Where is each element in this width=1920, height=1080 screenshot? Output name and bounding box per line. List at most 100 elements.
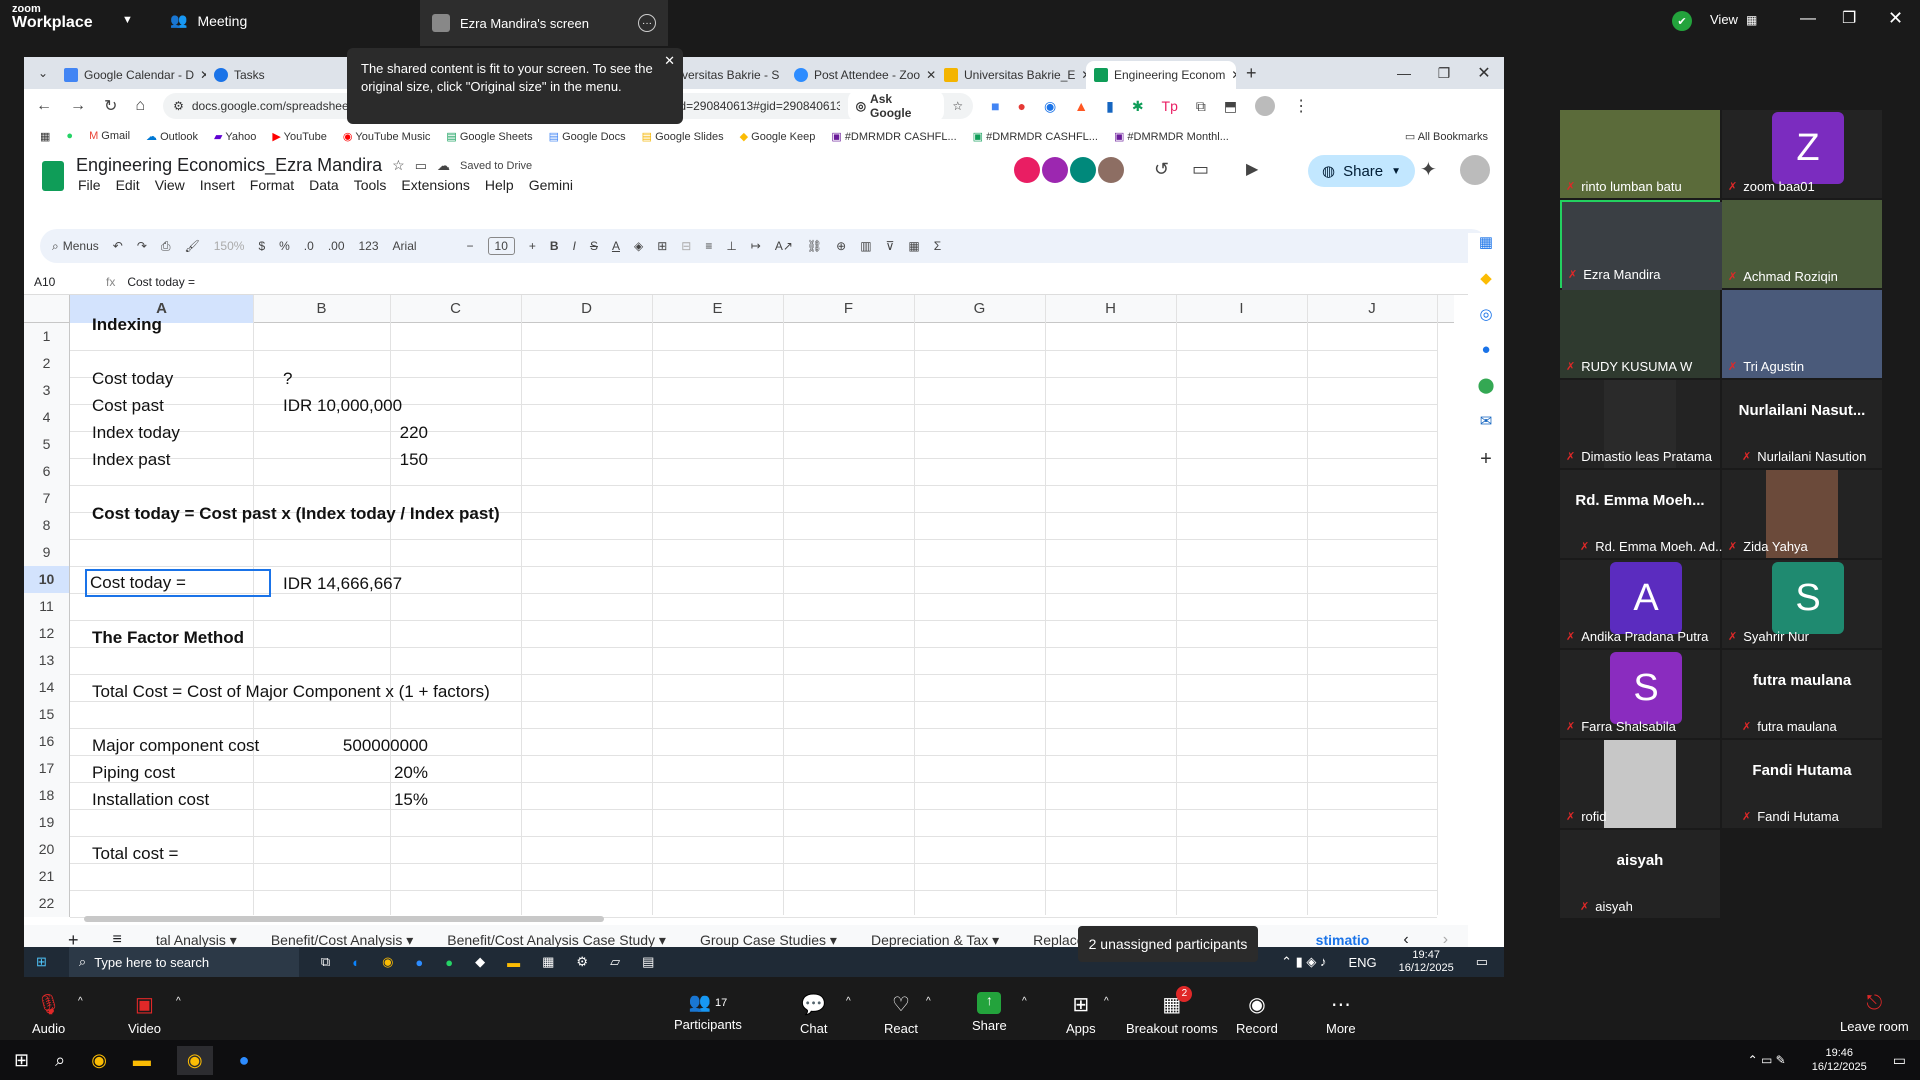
row-header[interactable]: 3 [24, 377, 70, 404]
clock[interactable]: 19:46 16/12/2025 [1812, 1046, 1867, 1074]
participant-tile[interactable]: ✗ Achmad Roziqin [1722, 200, 1882, 288]
record-button[interactable]: ◉ Record [1236, 992, 1278, 1036]
filter-icon[interactable]: ⊽ [886, 239, 895, 253]
app-icon[interactable]: ◆ [475, 954, 485, 970]
column-header-d[interactable]: D [521, 295, 652, 323]
forward-icon[interactable]: → [70, 97, 86, 115]
collaborator-avatar[interactable] [1042, 157, 1068, 183]
fill-color-icon[interactable]: ◈ [634, 239, 643, 253]
paint-format-icon[interactable]: 🖌 [185, 239, 200, 253]
extension-icon[interactable]: Tp [1162, 98, 1178, 114]
participant-tile[interactable]: S ✗ Syahrir Nur [1722, 560, 1882, 648]
column-header-j[interactable]: J [1307, 295, 1437, 323]
chrome-icon[interactable]: ◉ [91, 1050, 107, 1071]
task-view-icon[interactable]: ⧉ [321, 954, 330, 970]
bookmark-google-slides[interactable]: ▤ Google Slides [642, 130, 724, 143]
percent-button[interactable]: % [279, 239, 290, 253]
whatsapp-icon[interactable]: ● [66, 130, 73, 142]
row-header[interactable]: 7 [24, 485, 70, 512]
participant-tile[interactable]: S ✗ Farra Shalsabila [1560, 650, 1720, 738]
cell-a3[interactable]: Cost today [88, 365, 173, 392]
name-box[interactable]: A10 [34, 275, 94, 289]
tab-google-calendar[interactable]: Google Calendar - D ✕ [56, 61, 206, 89]
increase-font-icon[interactable]: + [529, 239, 536, 253]
collaborator-avatar[interactable] [1098, 157, 1124, 183]
file-explorer-icon[interactable]: ▬ [507, 955, 520, 970]
chevron-up-icon[interactable]: ^ [78, 996, 83, 1007]
meet-icon[interactable]: ▶ [1246, 159, 1258, 179]
align-left-icon[interactable]: ≡ [705, 239, 712, 253]
apps-icon[interactable]: ▦ [40, 130, 50, 143]
print-icon[interactable]: ⎙ [161, 239, 171, 254]
profile-avatar[interactable] [1460, 155, 1490, 185]
close-icon[interactable]: ✕ [1464, 63, 1504, 83]
meeting-menu[interactable]: 👥 Meeting [170, 12, 247, 29]
sheet-tab[interactable]: tal Analysis ▾ [156, 932, 237, 949]
extension-icon[interactable]: ◉ [1044, 98, 1056, 115]
participant-tile[interactable]: Nurlailani Nasut... ✗ Nurlailani Nasution [1722, 380, 1882, 468]
shield-icon[interactable]: ✔ [1672, 11, 1692, 31]
bookmark-star-icon[interactable]: ☆ [952, 99, 963, 113]
extension-icon[interactable]: ✱ [1132, 98, 1144, 115]
participant-tile[interactable]: aisyah ✗ aisyah [1560, 830, 1720, 918]
menu-help[interactable]: Help [485, 177, 514, 193]
filter-views-icon[interactable]: ▦ [908, 239, 919, 253]
more-options-icon[interactable]: ··· [638, 14, 656, 32]
font-select[interactable]: Arial [393, 239, 453, 253]
bookmark-google-docs[interactable]: ▤ Google Docs [549, 130, 626, 143]
view-button[interactable]: View ▦ [1710, 12, 1757, 27]
cell-b5[interactable]: 220 [279, 419, 432, 446]
column-header-g[interactable]: G [914, 295, 1045, 323]
gemini-icon[interactable]: ✦ [1420, 157, 1437, 182]
ask-google-button[interactable]: ◎ Ask Google [847, 90, 945, 122]
settings-icon[interactable]: ⚙ [576, 954, 588, 970]
cell-b16[interactable]: 500000000 [279, 732, 432, 759]
cell-a17[interactable]: Piping cost [88, 759, 175, 786]
extension-icon[interactable]: ■ [991, 98, 999, 114]
bookmark-youtube-music[interactable]: ◉ YouTube Music [343, 130, 430, 143]
tasks-icon[interactable]: ◎ [1468, 305, 1504, 323]
participant-tile[interactable]: Rd. Emma Moeh... ✗ Rd. Emma Moeh. Ad... [1560, 470, 1726, 558]
video-button[interactable]: ▣ Video [128, 992, 161, 1036]
functions-icon[interactable]: Σ [934, 239, 941, 253]
comment-add-icon[interactable]: ⊕ [836, 239, 846, 253]
all-bookmarks[interactable]: ▭ All Bookmarks [1405, 130, 1488, 143]
extension-icon[interactable]: ▮ [1106, 98, 1114, 115]
tab-tasks[interactable]: Tasks [206, 61, 356, 89]
share-screen-button[interactable]: ↑ Share [972, 992, 1007, 1033]
cell-b3[interactable]: ? [279, 365, 292, 392]
menus-search[interactable]: ⌕ Menus [52, 239, 99, 254]
tab-post-attendee[interactable]: Post Attendee - Zoo ✕ [786, 61, 936, 89]
notification-icon[interactable]: ▭ [1476, 954, 1488, 970]
row-header[interactable]: 4 [24, 404, 70, 431]
formula-input[interactable]: Cost today = [127, 275, 195, 289]
chevron-up-icon[interactable]: ^ [176, 996, 181, 1007]
close-icon[interactable]: ✕ [1888, 8, 1903, 29]
participant-tile[interactable]: ✗ rinto lumban batu [1560, 110, 1720, 198]
row-header[interactable]: 10 [24, 566, 70, 593]
cloud-icon[interactable]: ☁ [437, 158, 450, 174]
calendar-icon[interactable]: ▦ [1468, 233, 1504, 251]
font-size-input[interactable]: 10 [487, 237, 515, 255]
close-icon[interactable]: ✕ [664, 52, 675, 70]
bookmark-outlook[interactable]: ☁ Outlook [146, 130, 198, 143]
breakout-rooms-button[interactable]: ▦ 2 Breakout rooms [1126, 986, 1218, 1036]
bookmark-cashflow-2[interactable]: ▣ #DMRMDR CASHFL... [973, 130, 1098, 143]
comment-icon[interactable]: ▭ [1192, 159, 1209, 180]
row-header[interactable]: 19 [24, 809, 70, 836]
close-tab-icon[interactable]: ✕ [1231, 68, 1236, 82]
sheet-tab[interactable]: Depreciation & Tax ▾ [871, 932, 999, 949]
spreadsheet-grid[interactable]: A B C D E F G H I J 1 2 3 4 5 6 7 8 9 10 11 12 13 14 1… [24, 295, 1454, 925]
leave-room-button[interactable]: ⎋ Leave room [1840, 992, 1909, 1034]
cell-a20[interactable]: Total cost = [88, 840, 178, 867]
column-header-h[interactable]: H [1045, 295, 1176, 323]
row-header[interactable]: 18 [24, 782, 70, 809]
participant-tile[interactable]: ✗ Ezra Mandira [1560, 200, 1722, 290]
row-header[interactable]: 11 [24, 593, 70, 620]
chrome-active-icon[interactable]: ◉ [176, 1045, 213, 1075]
download-icon[interactable]: ⬒ [1224, 98, 1237, 115]
cell-a1[interactable]: Indexing [88, 311, 162, 338]
cell-b18[interactable]: 15% [279, 786, 432, 813]
share-button[interactable]: ◍ Share ▼ [1308, 155, 1416, 187]
sheet-tab[interactable]: Benefit/Cost Analysis ▾ [271, 932, 413, 949]
